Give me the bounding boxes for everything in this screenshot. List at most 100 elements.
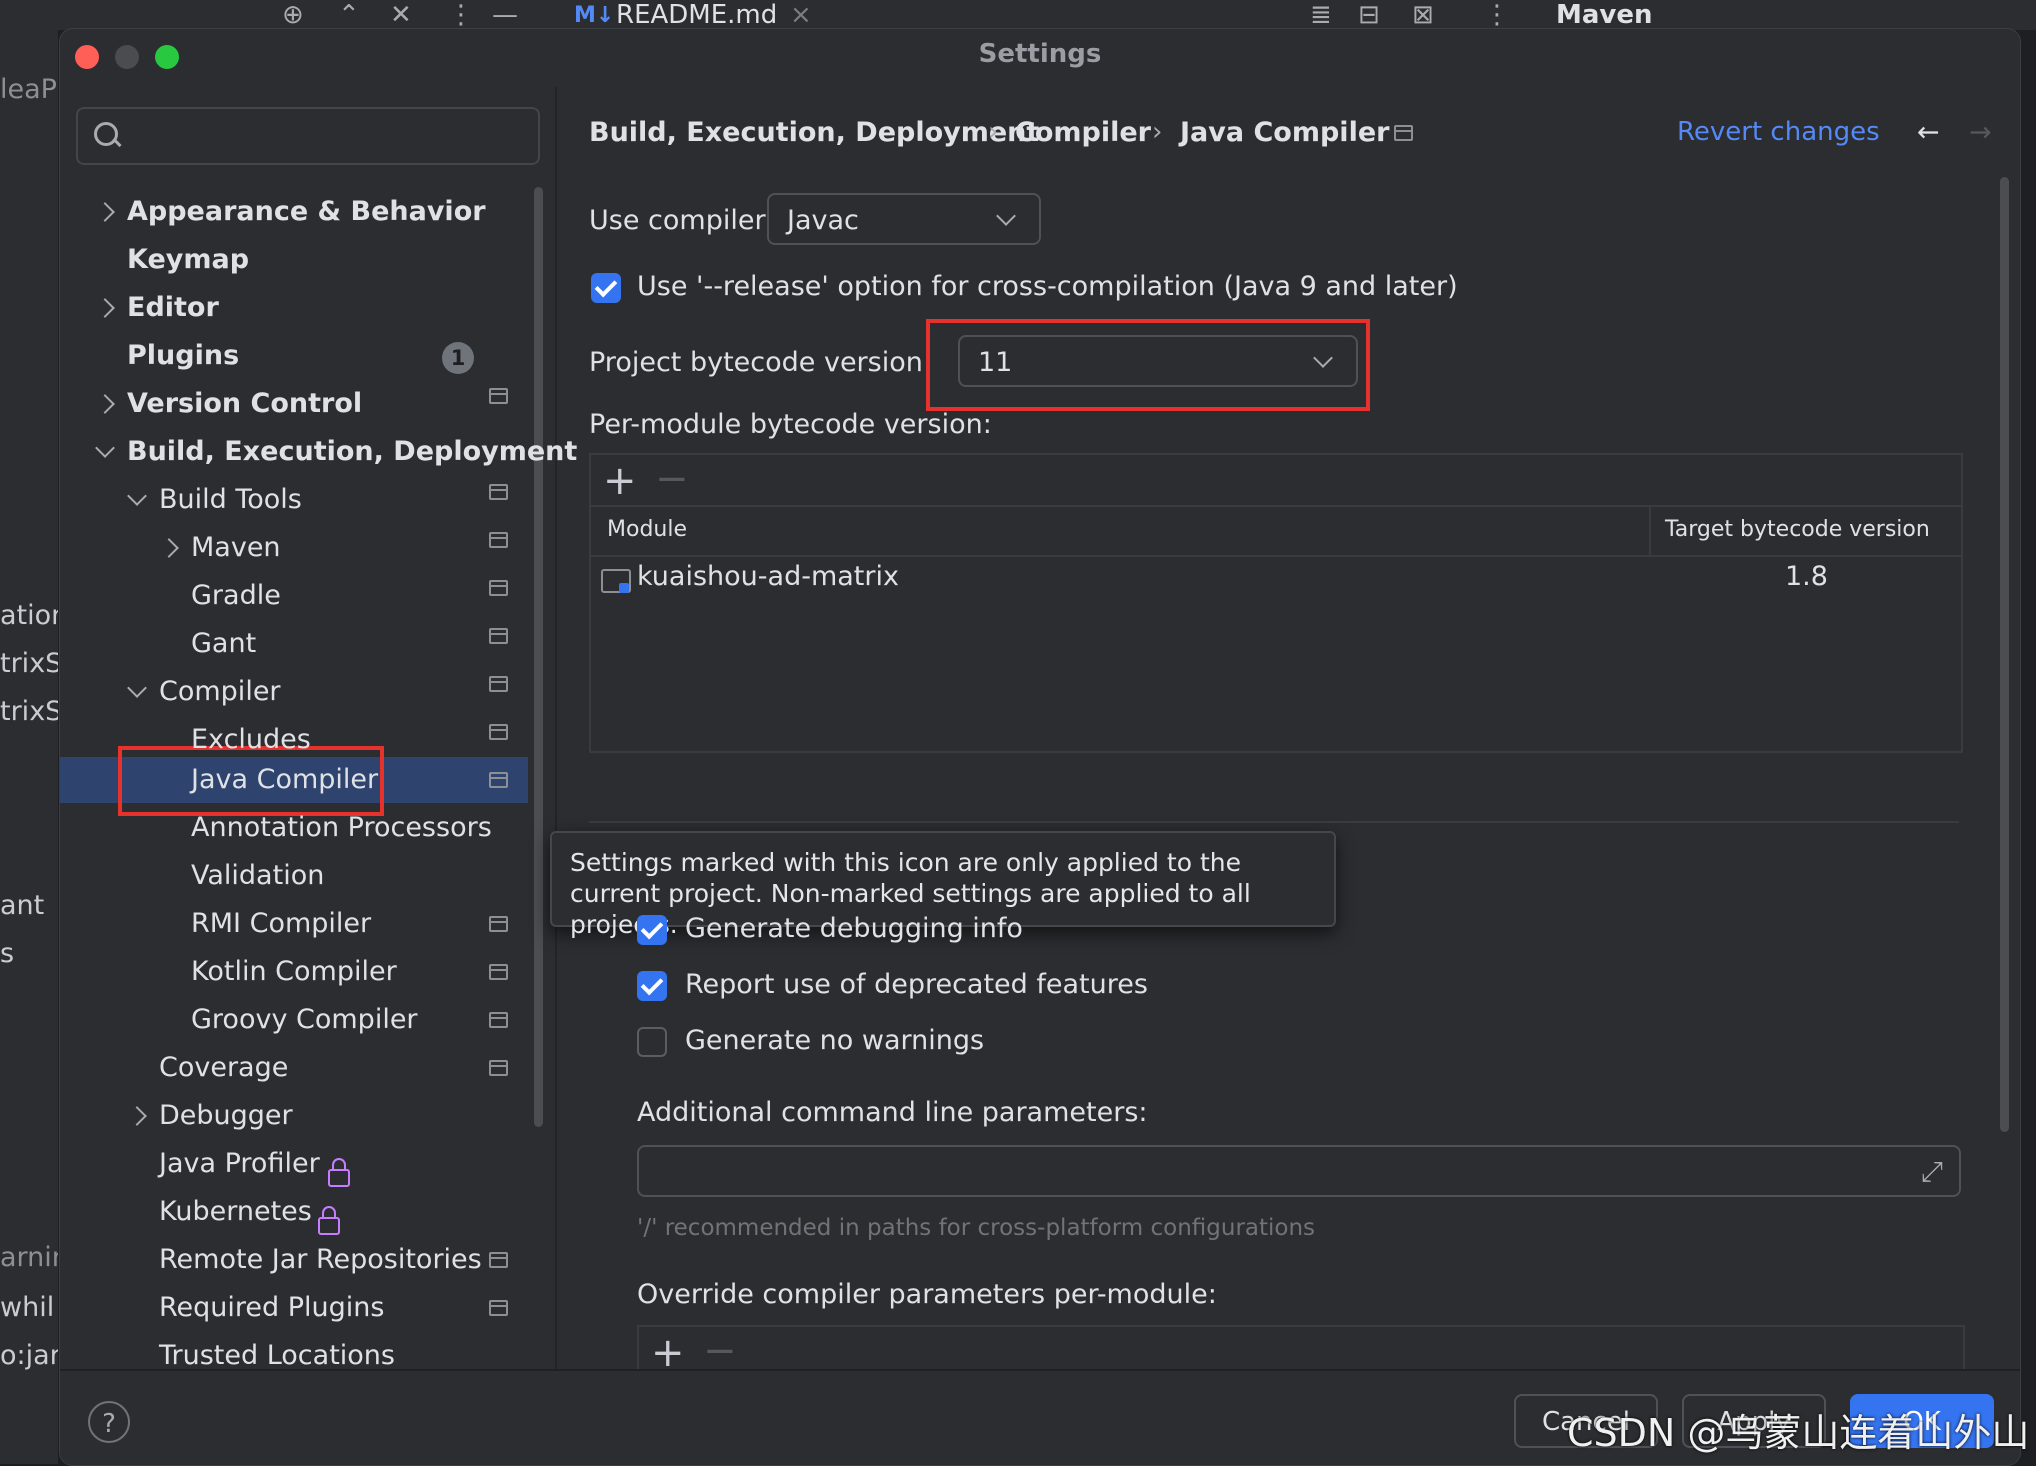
sidebar-item-label: Compiler [159, 676, 281, 707]
release-option-checkbox[interactable] [591, 273, 621, 303]
sidebar-item-build-tools[interactable]: Build Tools [127, 477, 302, 523]
project-level-icon [489, 1252, 508, 1268]
sidebar-item-coverage[interactable]: Coverage [159, 1045, 288, 1091]
sidebar-item-java-compiler[interactable]: Java Compiler [191, 757, 378, 803]
chevron-right-icon [95, 202, 115, 222]
preview-icon[interactable]: ⊠ [1412, 0, 1434, 30]
locate-icon[interactable]: ⊕ [282, 0, 304, 30]
expand-icon[interactable]: ⤢ [1921, 1155, 1943, 1189]
add-override-button[interactable]: + [651, 1333, 685, 1373]
sidebar-item-debugger[interactable]: Debugger [127, 1093, 293, 1139]
sidebar-item-build-execution[interactable]: Build, Execution, Deployment [95, 429, 577, 475]
sidebar-item-required-plugins[interactable]: Required Plugins [159, 1285, 384, 1331]
forward-arrow-icon[interactable]: → [1969, 117, 1992, 148]
ide-fragment: leaPr [0, 74, 58, 105]
additional-params-input[interactable]: ⤢ [637, 1145, 1961, 1197]
sidebar-item-annotation-processors[interactable]: Annotation Processors [191, 805, 492, 851]
sidebar-item-kubernetes[interactable]: Kubernetes [159, 1189, 312, 1235]
use-compiler-value: Javac [787, 205, 859, 236]
sidebar-item-keymap[interactable]: Keymap [127, 237, 249, 283]
project-bytecode-dropdown[interactable]: 11 [958, 335, 1358, 387]
sidebar-item-groovy-compiler[interactable]: Groovy Compiler [191, 997, 418, 1043]
generate-debug-info-label: Generate debugging info [685, 913, 1023, 944]
sidebar-item-gradle[interactable]: Gradle [191, 573, 281, 619]
per-module-label: Per-module bytecode version: [589, 409, 992, 440]
project-level-icon [489, 532, 508, 548]
sidebar-item-label: Keymap [127, 244, 250, 275]
sidebar-item-label: Editor [127, 292, 219, 323]
report-deprecated-checkbox[interactable] [637, 971, 667, 1001]
editor-view-icon[interactable]: ≣ [1310, 0, 1332, 30]
remove-override-button[interactable]: − [703, 1331, 737, 1371]
ide-project-panel: leaPr ation trixS trixS ant s arnin whil… [0, 30, 58, 1464]
generate-debug-info-checkbox[interactable] [637, 915, 667, 945]
settings-dialog: Settings Appearance & Behavior Keymap Ed… [59, 28, 2021, 1466]
back-arrow-icon[interactable]: ← [1917, 117, 1940, 148]
module-name-cell: kuaishou-ad-matrix [637, 561, 899, 592]
ide-fragment: trixS [0, 648, 58, 679]
sidebar-divider [555, 87, 557, 1397]
no-warnings-label: Generate no warnings [685, 1025, 985, 1056]
remove-module-button[interactable]: − [655, 459, 689, 499]
sidebar-item-gant[interactable]: Gant [191, 621, 256, 667]
sidebar-item-kotlin-compiler[interactable]: Kotlin Compiler [191, 949, 397, 995]
chevron-down-icon [996, 206, 1016, 226]
more-options-icon[interactable]: ⋮ [448, 0, 474, 30]
content-scrollbar[interactable] [2000, 177, 2009, 1132]
table-row[interactable]: kuaishou-ad-matrix 1.8 [591, 557, 1961, 603]
sidebar-item-editor[interactable]: Editor [95, 285, 219, 331]
sidebar-item-appearance[interactable]: Appearance & Behavior [95, 189, 486, 235]
close-tab-icon[interactable]: × [790, 0, 812, 30]
ide-toolbar: ⊕ ⌃ ✕ ⋮ — M↓ README.md × ≣ ⊟ ⊠ ⋮ Maven [0, 0, 2036, 30]
chevron-right-icon [127, 1106, 147, 1126]
breadcrumb-compiler[interactable]: Compiler [1015, 117, 1151, 148]
sidebar-scrollbar[interactable] [534, 187, 543, 1127]
more-actions-icon[interactable]: ⋮ [1484, 0, 1510, 30]
sidebar-item-label: Java Compiler [191, 764, 379, 795]
sidebar-item-java-profiler[interactable]: Java Profiler [159, 1141, 320, 1187]
sidebar-item-label: Kotlin Compiler [191, 956, 397, 987]
column-header-module[interactable]: Module [607, 517, 687, 542]
sidebar-item-compiler[interactable]: Compiler [127, 669, 281, 715]
project-bytecode-label: Project bytecode version: [589, 347, 932, 378]
sidebar-item-rmi-compiler[interactable]: RMI Compiler [191, 901, 371, 947]
project-level-icon [489, 388, 508, 404]
chevron-right-icon [95, 298, 115, 318]
project-level-icon [489, 964, 508, 980]
sidebar-item-label: Remote Jar Repositories [159, 1244, 482, 1275]
expand-all-icon[interactable]: ⌃ [338, 0, 360, 30]
collapse-all-icon[interactable]: ✕ [390, 0, 412, 30]
chevron-down-icon [95, 438, 115, 458]
project-level-icon [489, 628, 508, 644]
column-header-target[interactable]: Target bytecode version [1665, 517, 1930, 542]
split-view-icon[interactable]: ⊟ [1358, 0, 1380, 30]
ide-fragment: s [0, 938, 15, 969]
sidebar-item-label: Build Tools [159, 484, 302, 515]
sidebar-item-plugins[interactable]: Plugins [127, 333, 239, 379]
window-title: Settings [978, 39, 1102, 69]
sidebar-item-remote-jar[interactable]: Remote Jar Repositories [159, 1237, 482, 1283]
ide-fragment: ation [0, 600, 58, 631]
help-button[interactable]: ? [88, 1401, 130, 1443]
editor-tab-readme[interactable]: README.md [616, 0, 777, 30]
sidebar-item-label: Annotation Processors [191, 812, 492, 843]
use-compiler-dropdown[interactable]: Javac [767, 193, 1041, 245]
settings-search-input[interactable] [76, 107, 540, 165]
ide-fragment: o:jar: [0, 1340, 58, 1371]
module-badge-icon [619, 583, 629, 593]
sidebar-item-validation[interactable]: Validation [191, 853, 324, 899]
sidebar-item-label: Debugger [159, 1100, 293, 1131]
revert-changes-link[interactable]: Revert changes [1677, 117, 1880, 147]
project-level-icon [489, 1012, 508, 1028]
add-module-button[interactable]: + [603, 461, 637, 501]
search-field[interactable] [134, 117, 518, 155]
project-level-icon [1394, 125, 1413, 141]
sidebar-item-label: Plugins [127, 340, 240, 371]
sidebar-item-version-control[interactable]: Version Control [95, 381, 362, 427]
no-warnings-checkbox[interactable] [637, 1027, 667, 1057]
breadcrumb-build-execution[interactable]: Build, Execution, Deployment [589, 117, 1039, 148]
minimize-panel-icon[interactable]: — [492, 0, 518, 30]
sidebar-item-maven[interactable]: Maven [159, 525, 281, 571]
table-divider [591, 505, 1961, 507]
sidebar-item-label: Groovy Compiler [191, 1004, 418, 1035]
